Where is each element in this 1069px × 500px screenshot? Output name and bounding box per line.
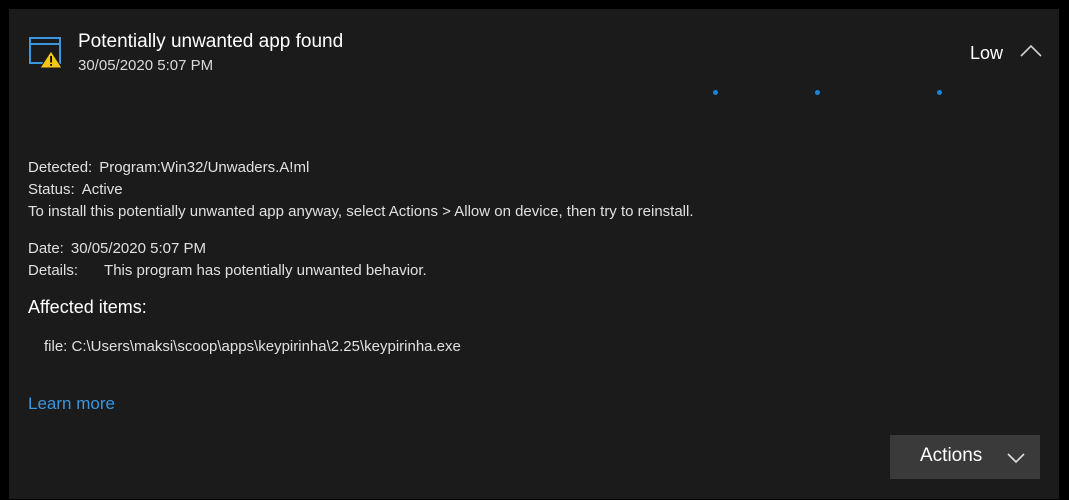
date-row: Date: 30/05/2020 5:07 PM — [28, 238, 694, 260]
instruction-text: To install this potentially unwanted app… — [28, 203, 694, 220]
actions-label: Actions — [920, 445, 983, 466]
date-value: 30/05/2020 5:07 PM — [70, 240, 206, 257]
chevron-up-icon[interactable] — [1019, 43, 1043, 59]
threat-title: Potentially unwanted app found — [78, 31, 344, 52]
status-row: Status: Active — [28, 179, 694, 201]
date-label: Date: — [28, 240, 64, 257]
progress-dot — [713, 90, 718, 95]
details-value: This program has potentially unwanted be… — [104, 262, 427, 279]
threat-timestamp: 30/05/2020 5:07 PM — [78, 57, 214, 74]
status-label: Status: — [28, 181, 75, 198]
status-value: Active — [81, 181, 123, 198]
detected-label: Detected: — [28, 159, 93, 176]
learn-more-link[interactable]: Learn more — [28, 394, 115, 414]
severity-label: Low — [970, 43, 1004, 63]
chevron-down-icon — [1006, 449, 1026, 464]
details-label: Details: — [28, 262, 79, 279]
window-warning-icon — [29, 37, 63, 69]
threat-details-panel: Potentially unwanted app found 30/05/202… — [9, 9, 1059, 499]
affected-items-heading: Affected items: — [28, 297, 147, 317]
threat-details: Detected: Program:Win32/Unwaders.A!ml Sta… — [28, 157, 694, 282]
detected-value: Program:Win32/Unwaders.A!ml — [99, 159, 310, 176]
progress-dot — [937, 90, 942, 95]
detected-row: Detected: Program:Win32/Unwaders.A!ml — [28, 157, 694, 179]
details-row: Details: This program has potentially unw… — [28, 260, 694, 282]
progress-dot — [815, 90, 820, 95]
actions-button[interactable]: Actions — [890, 435, 1040, 479]
affected-file-path: file: C:\Users\maksi\scoop\apps\keypirin… — [44, 338, 461, 355]
